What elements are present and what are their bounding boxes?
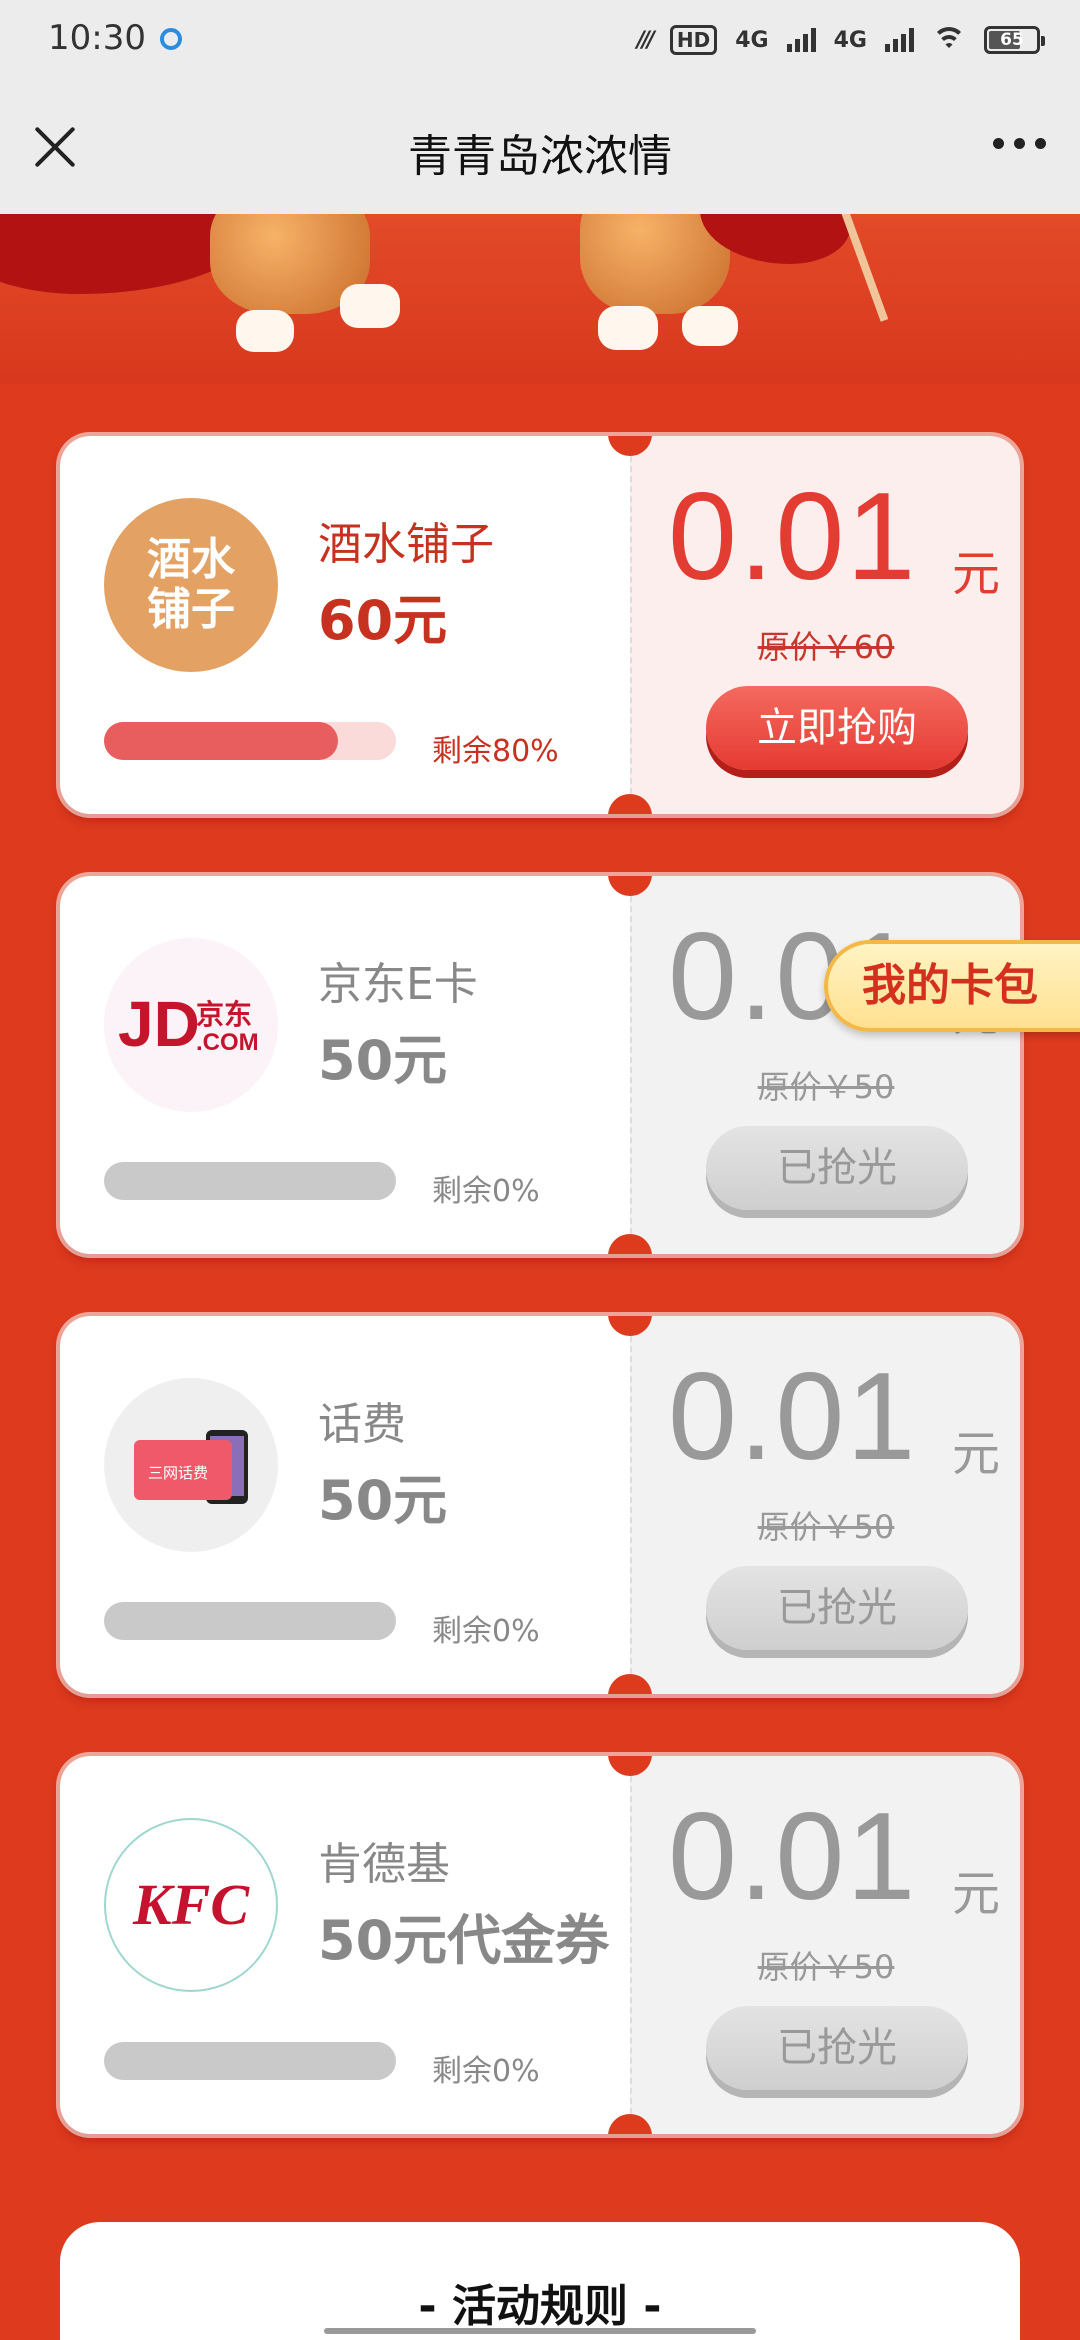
banner-sock-4 (682, 306, 738, 346)
remaining-label: 剩余80% (432, 734, 559, 769)
sale-price: 0.01 (668, 1788, 918, 1926)
my-wallet-button[interactable]: 我的卡包 (824, 940, 1080, 1032)
coupon-info: JD 京东 .COM 京东E卡 50元 剩余0% (60, 876, 630, 1254)
rules-title: - 活动规则 - (418, 2281, 662, 2332)
signal-strength-icon: /// (636, 27, 655, 53)
status-icons: /// HD 4G 4G 65 (636, 22, 1045, 58)
original-price: 原价￥50 (757, 1508, 895, 1546)
sale-price: 0.01 (668, 468, 918, 606)
coupon-price-panel: 0.01 元 原价￥50 已抢光 (630, 876, 1020, 1254)
sale-price: 0.01 (668, 1348, 918, 1486)
banner-illustration (0, 214, 1080, 384)
cell-signal-icon-1 (786, 28, 816, 52)
phone-bill-logo: 三网话费 (104, 1378, 278, 1552)
jiushui-logo: 酒水 铺子 (104, 498, 278, 672)
battery-icon: 65 (984, 26, 1045, 54)
rules-panel: - 活动规则 - (60, 2222, 1020, 2340)
coupon-card-kfc[interactable]: KFC 肯德基 50元代金券 剩余0% 0.01 元 原价￥50 已抢光 (60, 1756, 1020, 2134)
status-time: 10:30 (48, 18, 146, 58)
notification-icon (160, 28, 182, 50)
original-price: 原价￥50 (757, 1948, 895, 1986)
coupon-value: 50元代金券 (318, 1909, 610, 1972)
remaining-progress-bar (104, 1602, 396, 1640)
price-unit: 元 (952, 1866, 1001, 1922)
original-price: 原价￥50 (757, 1068, 895, 1106)
price-unit: 元 (952, 1426, 1001, 1482)
sold-out-button[interactable]: 已抢光 (706, 2006, 968, 2090)
kfc-logo: KFC (104, 1818, 278, 1992)
svg-text:京东: 京东 (196, 998, 252, 1031)
coupon-name: 肯德基 (318, 1839, 450, 1890)
coupon-price-panel: 0.01 元 原价￥50 已抢光 (630, 1756, 1020, 2134)
coupon-value: 50元 (318, 1029, 448, 1092)
svg-text:JD: JD (118, 988, 200, 1060)
wifi-icon (932, 27, 966, 53)
coupon-name: 话费 (318, 1399, 406, 1450)
sold-out-button[interactable]: 已抢光 (706, 1126, 968, 1210)
remaining-progress-bar (104, 722, 396, 760)
banner-sock-2 (340, 284, 400, 328)
phone-bill-graphic: 三网话费 (134, 1430, 248, 1504)
more-icon[interactable] (993, 138, 1046, 149)
coupon-card-jd[interactable]: JD 京东 .COM 京东E卡 50元 剩余0% 0.01 元 原价￥50 已抢… (60, 876, 1020, 1254)
battery-level: 65 (1000, 30, 1024, 50)
network-4g-label-1: 4G (735, 27, 769, 53)
page-title: 青青岛浓浓情 (408, 131, 672, 182)
coupon-info: KFC 肯德基 50元代金券 剩余0% (60, 1756, 630, 2134)
buy-now-button[interactable]: 立即抢购 (706, 686, 968, 770)
status-bar: 10:30 /// HD 4G 4G 65 (0, 0, 1080, 80)
jiushui-logo-text: 酒水 铺子 (147, 534, 235, 635)
remaining-label: 剩余0% (432, 1174, 540, 1209)
remaining-label: 剩余0% (432, 1614, 540, 1649)
jd-logo-graphic: JD 京东 .COM (118, 988, 259, 1060)
coupon-card-phone-bill[interactable]: 三网话费 话费 50元 剩余0% 0.01 元 原价￥50 已抢光 (60, 1316, 1020, 1694)
svg-text:三网话费: 三网话费 (148, 1464, 208, 1482)
jd-logo: JD 京东 .COM (104, 938, 278, 1112)
svg-text:KFC: KFC (132, 1872, 250, 1937)
coupon-info: 酒水 铺子 酒水铺子 60元 剩余80% (60, 436, 630, 814)
coupon-name: 京东E卡 (318, 959, 478, 1010)
coupon-info: 三网话费 话费 50元 剩余0% (60, 1316, 630, 1694)
hd-badge: HD (669, 25, 718, 55)
banner-sock-3 (598, 306, 658, 350)
cell-signal-icon-2 (885, 28, 914, 52)
banner-stick (839, 214, 889, 322)
coupon-name: 酒水铺子 (318, 519, 494, 570)
banner-sock-1 (236, 310, 294, 352)
coupon-value: 50元 (318, 1469, 448, 1532)
remaining-progress-bar (104, 2042, 396, 2080)
remaining-progress-fill (104, 722, 338, 760)
network-4g-label-2: 4G (833, 27, 867, 53)
coupon-price-panel: 0.01 元 原价￥60 立即抢购 (630, 436, 1020, 814)
price-unit: 元 (952, 546, 1001, 602)
original-price: 原价￥60 (757, 628, 895, 666)
kfc-logo-graphic: KFC (132, 1872, 250, 1937)
coupon-price-panel: 0.01 元 原价￥50 已抢光 (630, 1316, 1020, 1694)
home-indicator[interactable] (324, 2328, 756, 2334)
remaining-progress-bar (104, 1162, 396, 1200)
coupon-card-jiushui[interactable]: 酒水 铺子 酒水铺子 60元 剩余80% 0.01 元 原价￥60 立即抢购 (60, 436, 1020, 814)
coupon-value: 60元 (318, 589, 448, 652)
svg-text:.COM: .COM (196, 1029, 259, 1056)
sold-out-button[interactable]: 已抢光 (706, 1566, 968, 1650)
remaining-label: 剩余0% (432, 2054, 540, 2089)
nav-bar: 青青岛浓浓情 (0, 80, 1080, 214)
